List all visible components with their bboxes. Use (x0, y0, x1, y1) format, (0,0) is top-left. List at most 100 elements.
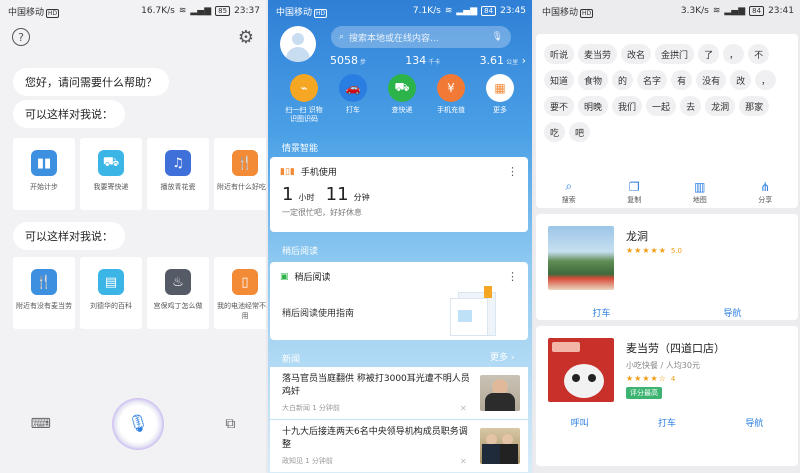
microphone-icon[interactable]: 🎙 (492, 32, 503, 42)
distance-stat: 3.61 公里 › (479, 54, 526, 67)
suggestion-card[interactable]: ♨ 宫保鸡丁怎么做 (147, 257, 209, 329)
word-chip[interactable]: 龙洞 (705, 96, 736, 116)
app-shortcut[interactable]: ▦ 更多 (478, 74, 522, 124)
recharge-icon: ¥ (437, 74, 465, 102)
word-chip[interactable]: 一起 (646, 96, 677, 116)
call-button[interactable]: 呼叫 (571, 416, 589, 429)
navigate-button[interactable]: 导航 (745, 416, 763, 429)
word-chip[interactable]: 那家 (739, 96, 770, 116)
app-label: 查快递 (391, 106, 413, 114)
app-label: 手机充值 (437, 106, 465, 114)
top-rated-badge: 评分最高 (626, 387, 662, 399)
place-category: 小吃快餐 / 人均30元 (626, 361, 700, 370)
word-chip[interactable]: 要不 (544, 96, 575, 116)
suggestion-card[interactable]: ♫ 播放青花瓷 (147, 138, 209, 210)
book-icon: ▤ (98, 269, 124, 295)
word-chip[interactable]: 食物 (578, 70, 609, 90)
health-stats[interactable]: 5058 步 134 千卡 3.61 公里 › (330, 54, 526, 67)
chef-hat-icon: ♨ (165, 269, 191, 295)
bar-chart-icon: ▮▯▮ (280, 166, 295, 177)
tool-button[interactable]: ⌕ 搜索 (562, 179, 576, 205)
microphone-icon: 🎙 (127, 414, 149, 434)
truck-icon: ⛟ (98, 150, 124, 176)
word-chip[interactable]: 没有 (696, 70, 727, 90)
place-card-mcdonalds[interactable]: 麦当劳（四道口店） 小吃快餐 / 人均30元 ★★★★☆ 4 评分最高 呼叫 打车… (536, 326, 798, 466)
tool-button[interactable]: ▥ 地图 (693, 180, 707, 205)
word-chip[interactable]: ， (755, 70, 777, 90)
read-later-card[interactable]: ▣ 稍后阅读 ⋮ 稍后阅读使用指南 (270, 262, 528, 340)
suggestion-card[interactable]: ▯ 我的电池经常不够用 (214, 257, 266, 329)
word-chip[interactable]: 的 (612, 70, 634, 90)
switch-icon[interactable]: ⧉ (225, 416, 235, 432)
word-chip[interactable]: 吧 (569, 122, 591, 142)
app-shortcut[interactable]: 🚗 打车 (331, 74, 375, 124)
news-more-link[interactable]: 更多 › (490, 350, 514, 363)
help-icon[interactable]: ? (12, 28, 30, 46)
phone-usage-card[interactable]: ▮▯▮ 手机使用 ⋮ 1 小时 11 分钟 一定很忙吧，好好休息 (270, 157, 528, 232)
word-chip[interactable]: 改名 (621, 44, 652, 64)
calories-stat: 134 千卡 (405, 54, 441, 67)
word-chip[interactable]: 金拱门 (655, 44, 695, 64)
suggestion-row-2: 🍴 附近有没有麦当劳 ▤ 刘德华的百科 ♨ 宫保鸡丁怎么做 ▯ 我的电池经常不够用 (13, 257, 266, 329)
app-shortcut[interactable]: ⌁ 扫一扫 识物识图识码 (282, 74, 326, 124)
place-name: 龙洞 (626, 230, 648, 243)
dismiss-icon[interactable]: ✕ (460, 457, 467, 466)
clock: 23:37 (234, 6, 260, 16)
food-icon: 🍴 (232, 150, 258, 176)
word-chip[interactable]: 麦当劳 (578, 44, 618, 64)
app-label: 扫一扫 识物识图识码 (285, 106, 323, 123)
signal-icon: ▂▄▆ (190, 6, 212, 16)
search-input[interactable]: ⌕ 搜索本地或在线内容... 🎙 (331, 26, 511, 48)
taxi-button[interactable]: 打车 (592, 306, 610, 319)
clock: 23:45 (500, 6, 526, 16)
scan-icon: ⌁ (290, 74, 318, 102)
suggestion-card[interactable]: 🍴 附近有没有麦当劳 (13, 257, 75, 329)
word-chip[interactable]: 吃 (544, 122, 566, 142)
word-chip[interactable]: ， (723, 44, 745, 64)
suggestion-card[interactable]: 🍴 附近有什么好吃的 (214, 138, 266, 210)
word-chip[interactable]: 明晚 (578, 96, 609, 116)
word-chip[interactable]: 去 (680, 96, 702, 116)
word-chip[interactable]: 听说 (544, 44, 575, 64)
suggestion-card[interactable]: ▮▮ 开始计步 (13, 138, 75, 210)
taxi-button[interactable]: 打车 (658, 416, 676, 429)
dismiss-icon[interactable]: ✕ (460, 404, 467, 413)
app-shortcut[interactable]: ⛟ 查快递 (380, 74, 424, 124)
smart-text-screen: 中国移动 HD 3.3K/s ≋ ▂▄▆ 84 23:41 听说 麦当劳 改名 金拱门了… (534, 0, 800, 473)
network-speed: 7.1K/s (412, 6, 441, 16)
battery-icon: 84 (481, 6, 497, 16)
word-chip[interactable]: 有 (671, 70, 693, 90)
wifi-icon: ≋ (712, 6, 721, 16)
usage-duration: 1 小时 11 分钟 (282, 184, 370, 205)
keyboard-icon[interactable]: ⌨ (31, 416, 51, 432)
place-card-longdong[interactable]: 龙洞 ★★★★★ 5.0 打车 导航 (536, 214, 798, 320)
suggestion-card[interactable]: ▤ 刘德华的百科 (80, 257, 142, 329)
app-shortcut[interactable]: ¥ 手机充值 (429, 74, 473, 124)
suggestion-label: 我的电池经常不够用 (217, 302, 266, 320)
word-chip[interactable]: 名字 (637, 70, 668, 90)
smart-feed-screen: 中国移动 HD 7.1K/s ≋ ▂▄▆ 84 23:45 ⌕ 搜索本地或在线内容… (268, 0, 532, 473)
suggestion-label: 开始计步 (30, 183, 58, 191)
document-illustration-icon (450, 286, 500, 336)
search-icon: ⌕ (339, 32, 345, 42)
navigate-button[interactable]: 导航 (723, 306, 741, 319)
tool-button[interactable]: ⋔ 分享 (758, 180, 772, 205)
word-chip[interactable]: 不 (748, 44, 770, 64)
more-apps-icon: ▦ (486, 74, 514, 102)
read-later-item[interactable]: 稍后阅读使用指南 (282, 306, 354, 319)
place-name: 麦当劳（四道口店） (626, 342, 725, 355)
tool-button[interactable]: ❐ 复制 (627, 180, 641, 205)
suggestion-card[interactable]: ⛟ 我要寄快递 (80, 138, 142, 210)
word-chip[interactable]: 改 (730, 70, 752, 90)
avatar[interactable] (280, 26, 316, 62)
gear-icon[interactable]: ⚙ (238, 27, 254, 48)
more-options-icon[interactable]: ⋮ (507, 270, 518, 283)
word-chip[interactable]: 我们 (612, 96, 643, 116)
word-chip[interactable]: 了 (698, 44, 720, 64)
steps-stat: 5058 步 (330, 54, 367, 67)
news-item[interactable]: 落马官员当庭翻供 称被打3000耳光遭不明人员鸡奸 大白新闻 1 分钟前 ✕ (270, 367, 528, 419)
word-chip[interactable]: 知道 (544, 70, 575, 90)
news-item[interactable]: 十九大后接连两天6名中央领导机构成员职务调整 政知见 1 分钟前 ✕ (270, 420, 528, 472)
more-options-icon[interactable]: ⋮ (507, 165, 518, 178)
voice-input-button[interactable]: 🎙 (112, 398, 165, 450)
